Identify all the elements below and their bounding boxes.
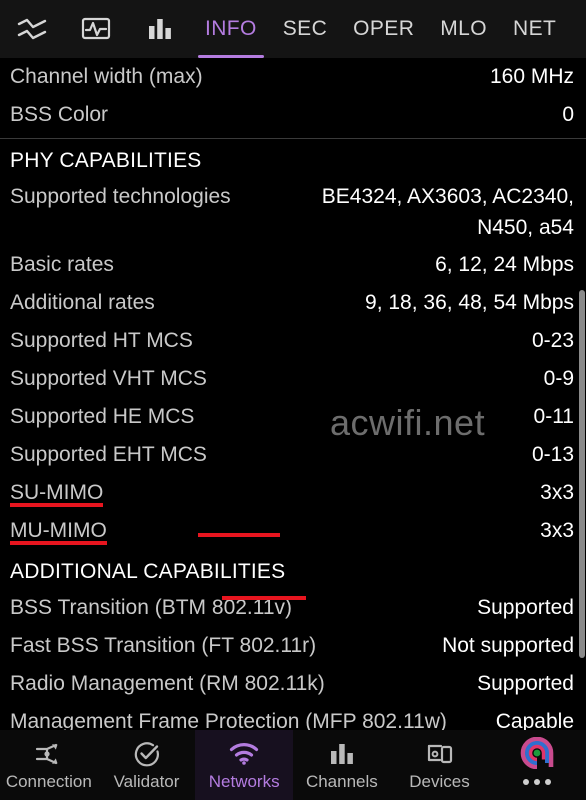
annotation-underline-80211v xyxy=(198,533,280,537)
row-value: Capable xyxy=(495,710,574,730)
table-row: Supported technologies BE4324, AX3603, A… xyxy=(0,178,586,246)
table-row: Basic rates 6, 12, 24 Mbps xyxy=(0,246,586,284)
row-value: 0-23 xyxy=(531,329,574,352)
tab-info[interactable]: INFO xyxy=(192,0,270,58)
table-row: BSS Color 0 xyxy=(0,96,586,134)
app-root: INFO SEC OPER MLO NET Channel width (max… xyxy=(0,0,586,800)
nav-item-networks[interactable]: Networks xyxy=(195,730,294,800)
tab-oper-label: OPER xyxy=(353,17,415,40)
nav-item-validator[interactable]: Validator xyxy=(98,730,196,800)
row-value: 0-11 xyxy=(533,405,574,428)
more-dots-icon xyxy=(523,771,552,793)
row-value: 160 MHz xyxy=(489,65,574,88)
info-content-scroll[interactable]: Channel width (max) 160 MHz BSS Color 0 … xyxy=(0,58,586,730)
tab-net[interactable]: NET xyxy=(500,0,569,58)
nav-item-connection[interactable]: Connection xyxy=(0,730,98,800)
row-value: 3x3 xyxy=(540,481,574,504)
check-circle-icon xyxy=(133,739,161,769)
table-row: Management Frame Protection (MFP 802.11w… xyxy=(0,703,586,730)
tab-net-label: NET xyxy=(513,17,557,40)
tab-info-label: INFO xyxy=(205,17,257,40)
monitor-pulse-icon[interactable] xyxy=(64,0,128,58)
row-label: Channel width (max) xyxy=(10,65,203,88)
row-value: BE4324, AX3603, AC2340, N450, a54 xyxy=(321,185,574,239)
bar-chart-icon xyxy=(329,739,355,769)
row-value: Supported xyxy=(477,672,574,695)
bottom-nav-bar: Connection Validator Networks Channels D… xyxy=(0,730,586,800)
nav-item-devices[interactable]: Devices xyxy=(391,730,489,800)
table-row: Supported HT MCS 0-23 xyxy=(0,322,586,360)
nav-item-devices-label: Devices xyxy=(409,771,470,791)
table-row: Supported VHT MCS 0-9 xyxy=(0,360,586,398)
nav-item-networks-label: Networks xyxy=(208,771,280,791)
tab-sec-label: SEC xyxy=(282,17,328,40)
additional-capabilities-heading: ADDITIONAL CAPABILITIES xyxy=(10,560,286,583)
row-label: Supported HT MCS xyxy=(10,329,193,352)
more-rainbow-icon xyxy=(520,736,554,769)
row-value: Supported xyxy=(477,596,574,619)
row-label: Supported VHT MCS xyxy=(10,367,207,390)
row-label: Fast BSS Transition (FT 802.11r) xyxy=(10,634,317,657)
bar-chart-icon[interactable] xyxy=(128,0,192,58)
devices-icon xyxy=(425,739,455,769)
nav-item-channels[interactable]: Channels xyxy=(293,730,391,800)
tab-oper[interactable]: OPER xyxy=(340,0,427,58)
row-label: Radio Management (RM 802.11k) xyxy=(10,672,325,695)
row-label: SU-MIMO xyxy=(10,477,104,509)
scrollbar-track[interactable] xyxy=(579,58,586,730)
row-label: Supported EHT MCS xyxy=(10,443,207,466)
row-label: Management Frame Protection (MFP 802.11w… xyxy=(10,710,447,730)
tab-sec[interactable]: SEC xyxy=(270,0,340,58)
row-value: 0-9 xyxy=(543,367,574,390)
table-row: SU-MIMO 3x3 xyxy=(0,474,586,512)
scrollbar-thumb[interactable] xyxy=(579,290,585,658)
tab-mlo[interactable]: MLO xyxy=(427,0,500,58)
annotation-underline-80211k xyxy=(222,596,306,600)
row-label: Supported HE MCS xyxy=(10,405,195,428)
table-row: Channel width (max) 160 MHz xyxy=(0,58,586,96)
nav-item-connection-label: Connection xyxy=(5,771,92,791)
row-label: BSS Color xyxy=(10,103,109,126)
table-row: Supported EHT MCS 0-13 xyxy=(0,436,586,474)
connection-arrows-icon xyxy=(34,739,64,769)
row-value: 9, 18, 36, 48, 54 Mbps xyxy=(365,291,574,314)
table-row: Radio Management (RM 802.11k) Supported xyxy=(0,665,586,703)
row-value: 6, 12, 24 Mbps xyxy=(435,253,574,276)
row-value: 0-13 xyxy=(531,443,574,466)
phy-capabilities-heading: PHY CAPABILITIES xyxy=(10,149,202,172)
table-row: Supported HE MCS 0-11 xyxy=(0,398,586,436)
nav-item-channels-label: Channels xyxy=(305,771,378,791)
nav-item-validator-label: Validator xyxy=(113,771,180,791)
waveform-lines-icon[interactable] xyxy=(0,0,64,58)
top-tab-bar: INFO SEC OPER MLO NET xyxy=(0,0,586,58)
table-row: MU-MIMO 3x3 xyxy=(0,512,586,550)
row-value: 3x3 xyxy=(540,519,574,542)
row-label: MU-MIMO xyxy=(10,515,107,547)
nav-item-more[interactable] xyxy=(488,730,586,800)
row-label: Supported technologies xyxy=(10,185,231,208)
table-row: Additional rates 9, 18, 36, 48, 54 Mbps xyxy=(0,284,586,322)
row-value: 0 xyxy=(562,103,574,126)
tab-mlo-label: MLO xyxy=(440,17,487,40)
row-value: Not supported xyxy=(442,634,574,657)
table-row: Fast BSS Transition (FT 802.11r) Not sup… xyxy=(0,627,586,665)
table-row: BSS Transition (BTM 802.11v) Supported xyxy=(0,589,586,627)
row-label: Basic rates xyxy=(10,253,114,276)
wifi-icon xyxy=(229,739,259,769)
row-label: Additional rates xyxy=(10,291,155,314)
